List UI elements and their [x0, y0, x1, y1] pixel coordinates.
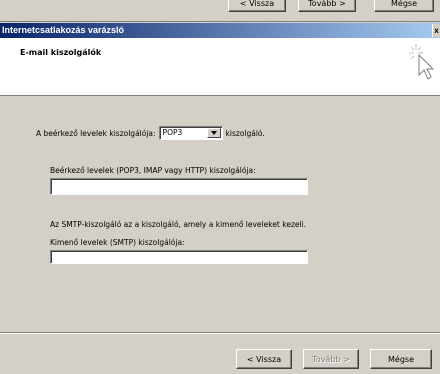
incoming-server-input[interactable]: [50, 178, 308, 195]
incoming-type-value: POP3: [162, 128, 183, 137]
outgoing-server-input[interactable]: [50, 250, 308, 264]
background-window-toolbar: < Vissza Tovább > Mégse: [0, 0, 440, 22]
incoming-type-row: A beérkező levelek kiszolgálója: POP3 ki…: [36, 126, 265, 140]
background-next-button: Tovább >: [298, 0, 356, 12]
incoming-server-label: Beérkező levelek (POP3, IMAP vagy HTTP) …: [50, 166, 256, 175]
page-title: E-mail kiszolgálók: [20, 48, 102, 57]
wizard-header: E-mail kiszolgálók: [0, 38, 440, 96]
chevron-down-icon[interactable]: [206, 128, 221, 138]
incoming-type-suffix: kiszolgáló.: [225, 128, 265, 138]
smtp-info-text: Az SMTP-kiszolgáló az a kiszolgáló, amel…: [50, 220, 307, 229]
background-cancel-button: Mégse: [374, 0, 434, 12]
cancel-button[interactable]: Mégse: [370, 349, 432, 369]
wizard-dialog: Internetcsatlakozás varázsló x E-mail ki…: [0, 22, 440, 374]
incoming-type-select[interactable]: POP3: [158, 126, 223, 140]
incoming-type-label: A beérkező levelek kiszolgálója:: [36, 128, 156, 138]
wizard-content: A beérkező levelek kiszolgálója: POP3 ki…: [0, 96, 440, 348]
window-title: Internetcsatlakozás varázsló: [2, 25, 125, 35]
outgoing-server-label: Kimenő levelek (SMTP) kiszolgálója:: [50, 238, 185, 247]
background-back-button: < Vissza: [228, 0, 286, 12]
title-bar[interactable]: Internetcsatlakozás varázsló x: [0, 23, 440, 38]
close-icon[interactable]: x: [432, 24, 440, 37]
footer-divider: [0, 332, 440, 334]
back-button[interactable]: < Vissza: [236, 349, 292, 369]
next-button[interactable]: Tovább >: [303, 349, 359, 369]
wizard-cursor-icon: [409, 44, 435, 80]
